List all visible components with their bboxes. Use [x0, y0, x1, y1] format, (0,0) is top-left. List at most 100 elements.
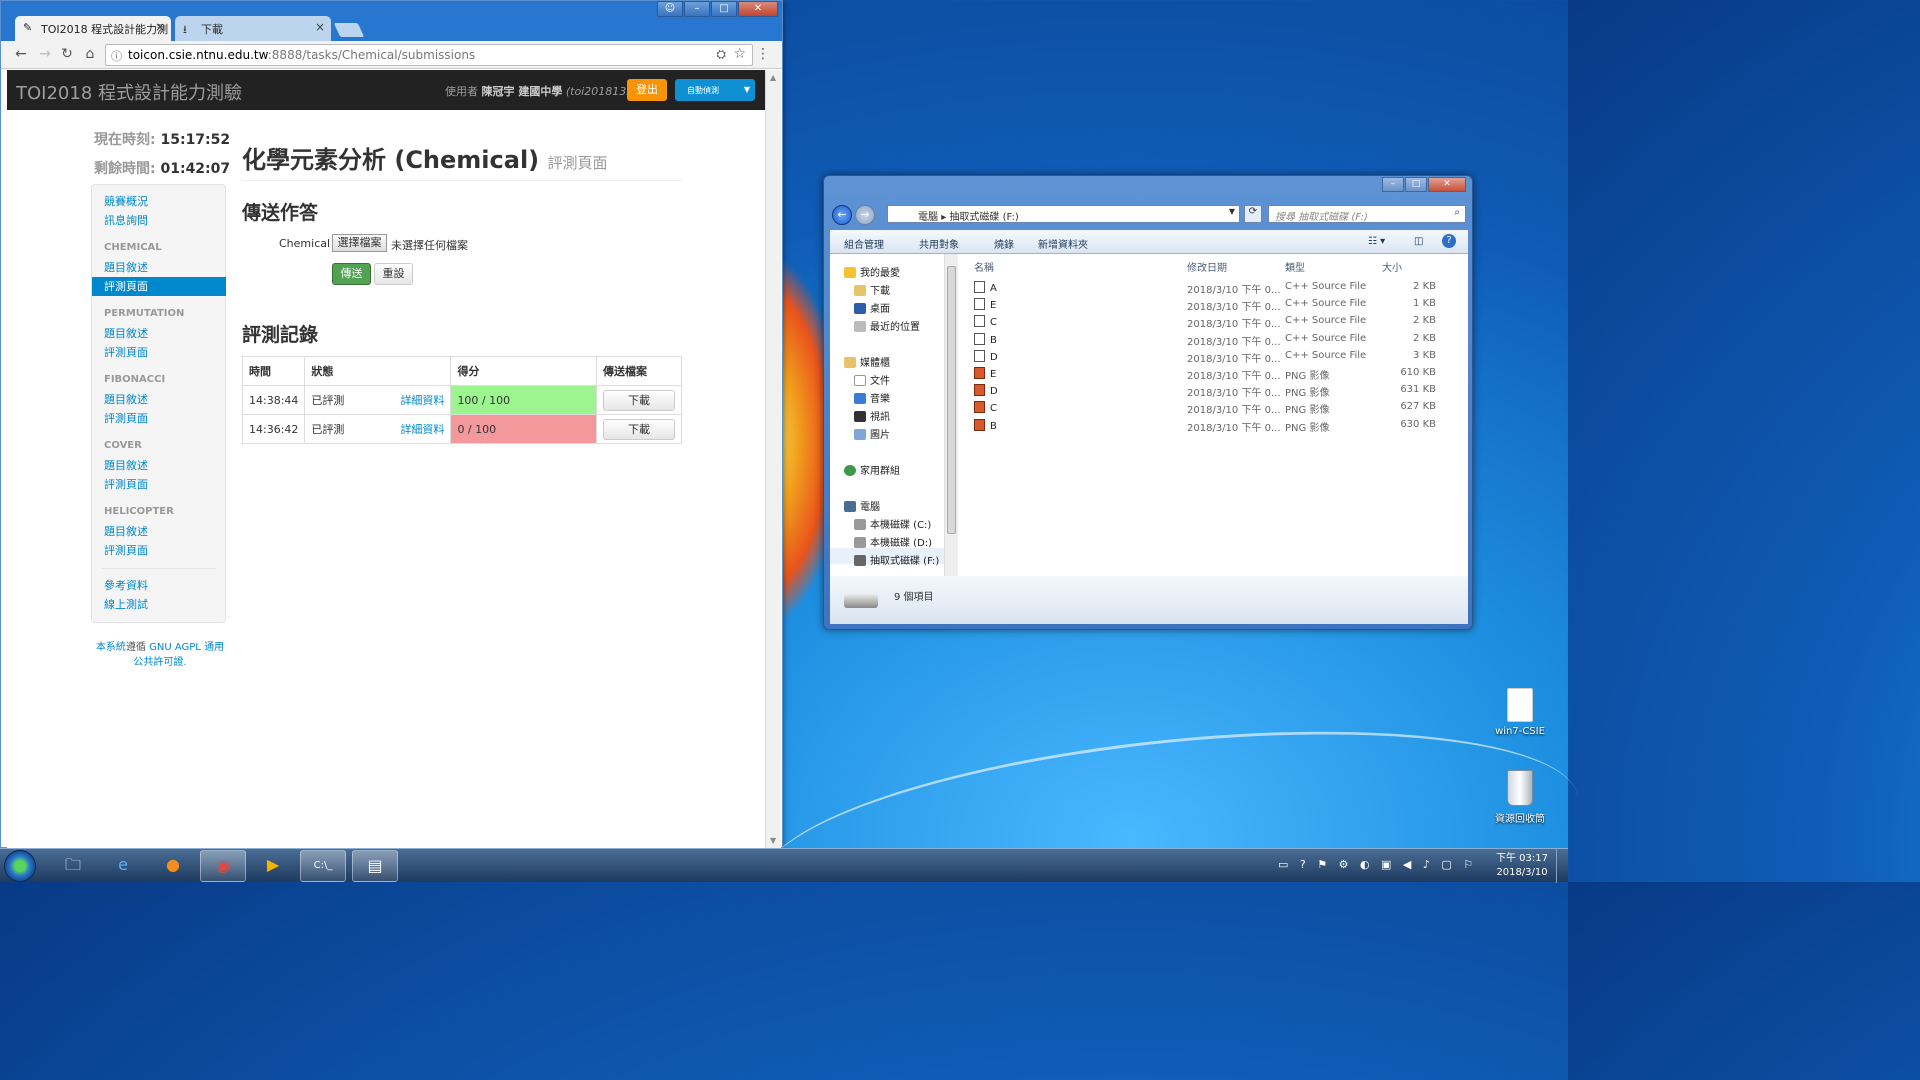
col-name[interactable]: 名稱	[974, 259, 994, 274]
tab-downloads[interactable]: ⭳ 下載 ×	[175, 16, 331, 41]
tree-drive-d[interactable]: 本機磁碟 (D:)	[854, 534, 932, 549]
home-icon[interactable]: ⌂	[80, 46, 100, 62]
close-button[interactable]: ✕	[738, 1, 778, 17]
agpl-link[interactable]: GNU AGPL	[149, 642, 201, 653]
notepad-taskbar-icon[interactable]: ▤	[352, 850, 398, 882]
menu-kebab-icon[interactable]: ⋮	[756, 46, 770, 62]
reset-button[interactable]: 重設	[374, 263, 413, 285]
burn-button[interactable]: 燒錄	[994, 236, 1014, 251]
start-button[interactable]	[4, 850, 36, 882]
new-folder-button[interactable]: 新增資料夾	[1038, 236, 1088, 251]
tree-desktop[interactable]: 桌面	[854, 300, 890, 315]
sidebar-item-cover-eval[interactable]: 評測頁面	[92, 475, 225, 494]
file-row[interactable]: D 2018/3/10 下午 0... C++ Source File 3 KB	[958, 348, 1468, 365]
page-scrollbar[interactable]: ▲ ▼	[765, 70, 781, 848]
sidebar-item-helicopter-desc[interactable]: 題目敘述	[92, 522, 225, 541]
scroll-thumb[interactable]	[947, 266, 956, 534]
desktop-icon-recycle-bin[interactable]: 資源回收筒	[1490, 770, 1550, 825]
sidebar-item-permutation-desc[interactable]: 題目敘述	[92, 324, 225, 343]
tree-computer[interactable]: 電腦	[844, 498, 880, 513]
file-row[interactable]: D 2018/3/10 下午 0... PNG 影像 631 KB	[958, 382, 1468, 399]
sidebar-item-overview[interactable]: 競賽概況	[92, 192, 225, 211]
details-link[interactable]: 詳細資料	[400, 421, 444, 437]
back-arrow-icon[interactable]: ←	[11, 46, 31, 62]
file-row[interactable]: C 2018/3/10 下午 0... PNG 影像 627 KB	[958, 399, 1468, 416]
sidebar-item-chemical-desc[interactable]: 題目敘述	[92, 258, 225, 277]
back-arrow-icon[interactable]: ←	[832, 205, 852, 225]
taskbar-clock[interactable]: 下午 03:17 2018/3/10	[1490, 852, 1554, 880]
choose-file-button[interactable]: 選擇檔案	[332, 234, 387, 252]
col-date[interactable]: 修改日期	[1187, 259, 1227, 274]
tree-downloads[interactable]: 下載	[854, 282, 890, 297]
explorer-taskbar-icon[interactable]: 🗀	[50, 850, 96, 882]
maximize-button[interactable]: □	[711, 1, 737, 17]
translate-icon[interactable]: ⛭	[716, 47, 726, 62]
refresh-icon[interactable]: ⟳	[1244, 205, 1262, 223]
breadcrumb-drive[interactable]: 抽取式磁碟 (F:)	[949, 212, 1018, 223]
maximize-button[interactable]: □	[1405, 177, 1427, 192]
tree-favorites[interactable]: 我的最愛	[844, 264, 900, 279]
address-bar[interactable]: ⓘ toicon.csie.ntnu.edu.tw:8888/tasks/Che…	[105, 44, 753, 66]
media-player-taskbar-icon[interactable]: ▶	[250, 850, 296, 882]
close-button[interactable]: ✕	[1428, 177, 1466, 192]
tab-toi2018[interactable]: ✎ TOI2018 程式設計能力測 ×	[15, 16, 171, 41]
explorer-search-input[interactable]: 搜尋 抽取式磁碟 (F:) ⌕	[1268, 205, 1466, 223]
sidebar-item-cover-desc[interactable]: 題目敘述	[92, 456, 225, 475]
file-row[interactable]: B 2018/3/10 下午 0... C++ Source File 2 KB	[958, 331, 1468, 348]
chevron-down-icon[interactable]: ▼	[1229, 207, 1235, 216]
scroll-up-icon[interactable]: ▲	[770, 73, 776, 82]
minimize-button[interactable]: –	[684, 1, 710, 17]
system-tray[interactable]: ▭ ? ⚑ ⚙ ◐ ▣ ◀ ♪ ▢ ⚐	[1278, 858, 1477, 871]
ie-taskbar-icon[interactable]: e	[100, 850, 146, 882]
sidebar-item-online-test[interactable]: 線上測試	[92, 595, 225, 614]
help-icon[interactable]: ?	[1442, 234, 1456, 248]
info-icon[interactable]: ⓘ	[111, 48, 122, 64]
view-options-icon[interactable]: ☷ ▾	[1368, 236, 1385, 247]
file-row[interactable]: C 2018/3/10 下午 0... C++ Source File 2 KB	[958, 313, 1468, 330]
download-button[interactable]: 下載	[603, 389, 675, 411]
forward-arrow-icon[interactable]: →	[35, 46, 55, 62]
tree-drive-c[interactable]: 本機磁碟 (C:)	[854, 516, 931, 531]
scroll-down-icon[interactable]: ▼	[770, 836, 776, 845]
col-size[interactable]: 大小	[1382, 259, 1402, 274]
search-icon[interactable]: ⌕	[1454, 207, 1460, 218]
sidebar-item-reference[interactable]: 參考資料	[92, 576, 225, 595]
sidebar-item-fibonacci-eval[interactable]: 評測頁面	[92, 409, 225, 428]
file-row[interactable]: E 2018/3/10 下午 0... C++ Source File 1 KB	[958, 296, 1468, 313]
file-row[interactable]: E 2018/3/10 下午 0... PNG 影像 610 KB	[958, 365, 1468, 382]
tree-libraries[interactable]: 媒體櫃	[844, 354, 890, 369]
tree-scrollbar[interactable]	[944, 254, 958, 576]
tree-homegroup[interactable]: 家用群組	[844, 462, 900, 477]
firefox-taskbar-icon[interactable]: ●	[150, 850, 196, 882]
preview-pane-icon[interactable]: ◫	[1414, 236, 1423, 247]
chrome-taskbar-icon[interactable]: ◉	[200, 850, 246, 882]
sidebar-item-chemical-eval[interactable]: 評測頁面	[92, 277, 226, 296]
organize-menu[interactable]: 組合管理	[844, 236, 884, 251]
tree-documents[interactable]: 文件	[854, 372, 890, 387]
tree-recent[interactable]: 最近的位置	[854, 318, 920, 333]
minimize-button[interactable]: –	[1382, 177, 1404, 192]
sidebar-item-fibonacci-desc[interactable]: 題目敘述	[92, 390, 225, 409]
file-row[interactable]: A 2018/3/10 下午 0... C++ Source File 2 KB	[958, 279, 1468, 296]
tab-close-icon[interactable]: ×	[315, 20, 325, 34]
tree-pictures[interactable]: 圖片	[854, 426, 890, 441]
sidebar-item-permutation-eval[interactable]: 評測頁面	[92, 343, 225, 362]
cmd-taskbar-icon[interactable]: C:\_	[300, 850, 346, 882]
send-button[interactable]: 傳送	[332, 263, 371, 285]
tree-videos[interactable]: 視訊	[854, 408, 890, 423]
tab-close-icon[interactable]: ×	[155, 20, 165, 34]
share-menu[interactable]: 共用對象	[919, 236, 959, 251]
explorer-address-bar[interactable]: 電腦 ▸ 抽取式磁碟 (F:) ▼	[887, 205, 1240, 223]
autotest-dropdown[interactable]: 自動偵測 ▼	[675, 79, 755, 101]
forward-arrow-icon[interactable]: →	[855, 205, 875, 225]
details-link[interactable]: 詳細資料	[400, 392, 444, 408]
download-button[interactable]: 下載	[603, 418, 675, 440]
tree-drive-f[interactable]: 抽取式磁碟 (F:)	[854, 552, 939, 567]
profile-icon[interactable]: ☺	[657, 1, 683, 17]
sidebar-item-helicopter-eval[interactable]: 評測頁面	[92, 541, 225, 560]
desktop-icon-win7-csie[interactable]: win7-CSIE	[1490, 688, 1550, 737]
bookmark-star-icon[interactable]: ☆	[733, 46, 746, 62]
site-brand[interactable]: TOI2018 程式設計能力測驗	[16, 79, 242, 105]
tree-music[interactable]: 音樂	[854, 390, 890, 405]
logout-button[interactable]: 登出	[627, 79, 667, 101]
